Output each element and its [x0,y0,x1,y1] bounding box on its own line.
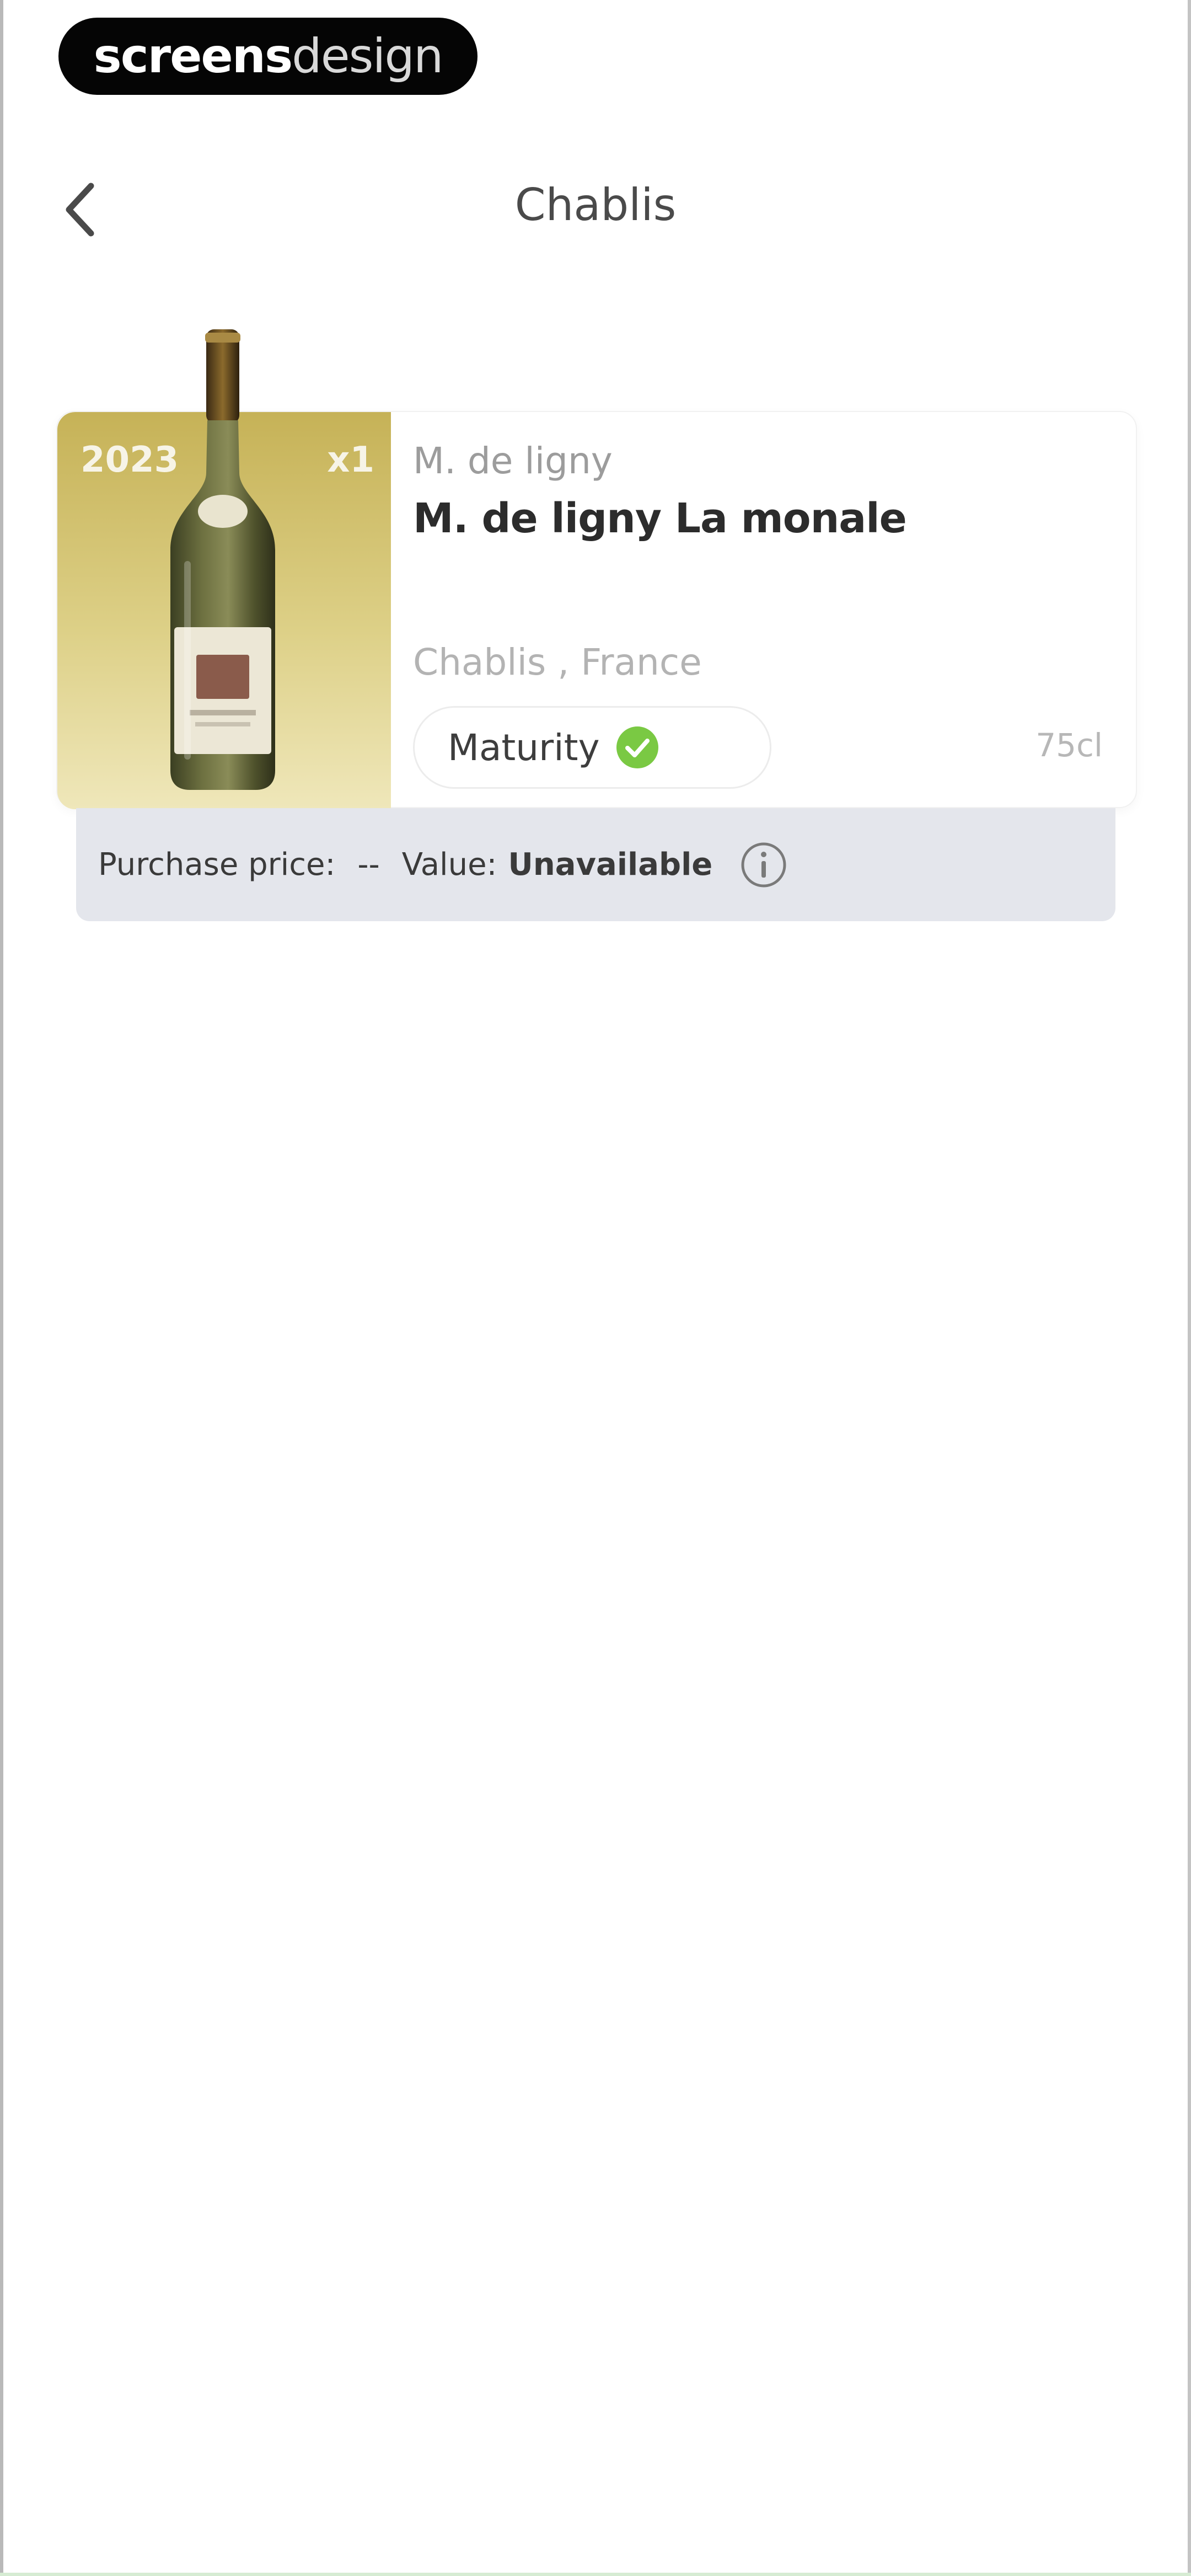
wine-name: M. de ligny La monale [413,495,907,542]
maturity-label: Maturity [448,726,600,769]
watermark-text-design: design [292,29,443,84]
purchase-price-value: -- [357,847,380,883]
page-title: Chablis [514,179,677,231]
wine-region: Chablis , France [413,641,702,683]
wine-bottle-image [170,329,275,790]
bottle-volume: 75cl [1036,726,1103,764]
value-bar: Purchase price: -- Value: Unavailable [76,808,1115,921]
purchase-price-label: Purchase price: [98,847,336,883]
frame-edge-bottom [0,2573,1191,2576]
info-icon[interactable] [739,840,788,890]
quantity-label: x1 [327,440,374,480]
value-value: Unavailable [508,847,713,883]
frame-edge-right [1188,0,1191,2576]
watermark-text-screens: screens [93,29,293,84]
producer-name: M. de ligny [413,440,613,482]
watermark-logo: screensdesign [58,18,478,95]
value-label: Value: [401,847,497,883]
wine-card[interactable]: 2023 x1 M. de ligny M. de ligny La monal… [56,329,1137,809]
maturity-chip[interactable]: Maturity [413,706,771,789]
frame-edge-left [0,0,3,2576]
check-circle-icon [616,726,658,768]
